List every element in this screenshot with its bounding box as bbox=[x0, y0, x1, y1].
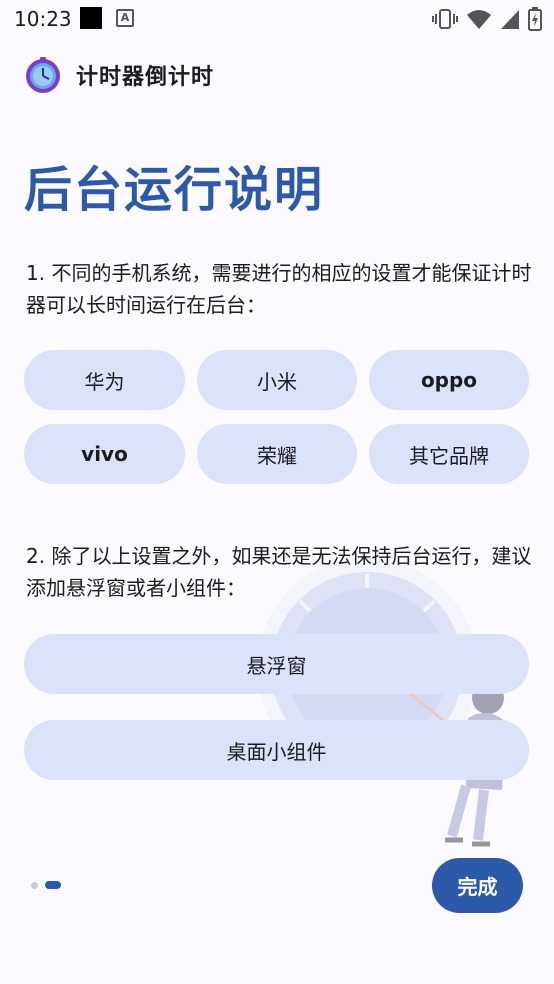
page-indicator-dot-2-active bbox=[45, 881, 61, 889]
page-indicator-dot-1 bbox=[31, 882, 38, 889]
app-title: 计时器倒计时 bbox=[76, 65, 215, 90]
brand-button-oppo[interactable]: oppo bbox=[369, 350, 529, 410]
page-title: 后台运行说明 bbox=[24, 162, 325, 218]
brand-button-huawei[interactable]: 华为 bbox=[24, 350, 185, 410]
battery-icon bbox=[528, 7, 542, 31]
screen: 10:23 A 计时器倒计时 后台运行说明 1. 不同的手机系统，需要进行的相应… bbox=[0, 0, 554, 984]
status-bar: 10:23 A bbox=[0, 0, 554, 38]
keyboard-notification-icon: A bbox=[116, 9, 134, 27]
status-icons bbox=[432, 7, 542, 31]
brand-button-honor[interactable]: 荣耀 bbox=[197, 424, 357, 484]
signal-icon bbox=[501, 10, 519, 29]
desktop-widget-button[interactable]: 桌面小组件 bbox=[24, 720, 529, 780]
floating-window-button[interactable]: 悬浮窗 bbox=[24, 634, 529, 694]
brand-button-vivo[interactable]: vivo bbox=[24, 424, 185, 484]
done-button[interactable]: 完成 bbox=[432, 858, 523, 913]
description-2: 2. 除了以上设置之外，如果还是无法保持后台运行，建议添加悬浮窗或者小组件： bbox=[26, 544, 532, 600]
wifi-icon bbox=[467, 10, 491, 29]
description-1: 1. 不同的手机系统，需要进行的相应的设置才能保证计时器可以长时间运行在后台： bbox=[26, 261, 532, 317]
status-time: 10:23 bbox=[14, 7, 72, 31]
vibrate-icon bbox=[432, 9, 458, 29]
brand-button-xiaomi[interactable]: 小米 bbox=[197, 350, 357, 410]
timer-app-icon bbox=[26, 57, 60, 93]
app-header: 计时器倒计时 bbox=[24, 55, 214, 95]
brand-button-other[interactable]: 其它品牌 bbox=[369, 424, 529, 484]
notification-icon bbox=[80, 7, 102, 29]
